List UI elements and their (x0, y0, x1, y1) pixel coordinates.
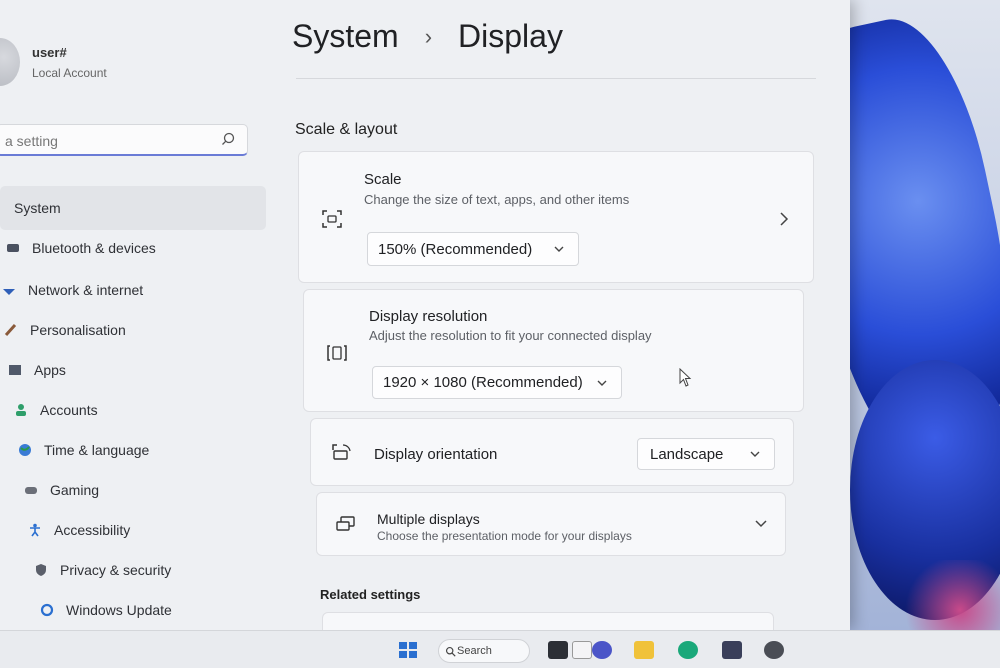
orientation-dropdown[interactable]: Landscape (637, 438, 775, 470)
breadcrumb: System › Display (292, 18, 563, 55)
chevron-down-icon (554, 246, 564, 252)
task-view-icon[interactable] (548, 641, 568, 659)
sidebar-item-bluetooth[interactable]: Bluetooth & devices (0, 228, 260, 268)
multiple-displays-description: Choose the presentation mode for your di… (377, 529, 632, 543)
resolution-card[interactable]: Display resolution Adjust the resolution… (303, 289, 804, 412)
settings-gear-icon[interactable] (764, 641, 784, 659)
sidebar-item-network[interactable]: Network & internet (0, 270, 260, 310)
scale-description: Change the size of text, apps, and other… (364, 192, 630, 207)
account-type: Local Account (32, 66, 107, 80)
resolution-icon (327, 345, 347, 361)
header-divider (296, 78, 816, 79)
orientation-card[interactable]: Display orientation Landscape (310, 418, 794, 486)
chevron-down-icon (597, 380, 607, 386)
brush-icon (2, 321, 20, 339)
sidebar-item-label: Network & internet (28, 282, 144, 298)
update-icon (38, 601, 56, 619)
sidebar-item-label: Time & language (44, 442, 150, 458)
page-title: Display (458, 18, 563, 54)
multiple-displays-icon (336, 516, 355, 531)
scale-title: Scale (364, 171, 402, 188)
sidebar-item-label: Gaming (50, 482, 100, 498)
multiple-displays-card[interactable]: Multiple displays Choose the presentatio… (316, 492, 786, 556)
bluetooth-icon (4, 239, 22, 257)
sidebar-item-system[interactable]: System (0, 186, 266, 230)
sidebar-item-label: System (14, 200, 61, 216)
chat-icon[interactable] (592, 641, 612, 659)
gamepad-icon (22, 481, 40, 499)
edge-icon[interactable] (678, 641, 698, 659)
resolution-description: Adjust the resolution to fit your connec… (369, 328, 652, 343)
orientation-value: Landscape (650, 445, 724, 463)
taskbar-search[interactable]: Search (438, 639, 530, 663)
wifi-icon (0, 281, 18, 299)
scale-card[interactable]: Scale Change the size of text, apps, and… (298, 151, 814, 283)
sidebar-nav: System Bluetooth & devices Network & int… (0, 186, 266, 630)
search-box[interactable] (0, 124, 248, 156)
sidebar: user# Local Account System Bluetooth & d… (0, 0, 270, 630)
taskbar: Search (0, 630, 1000, 668)
accessibility-icon (26, 521, 44, 539)
sidebar-item-label: Accessibility (54, 522, 131, 538)
resolution-title: Display resolution (369, 308, 488, 325)
resolution-value: 1920 × 1080 (Recommended) (383, 374, 583, 391)
mouse-cursor-icon (679, 368, 692, 387)
settings-window: user# Local Account System Bluetooth & d… (0, 0, 850, 642)
search-input[interactable] (3, 131, 207, 151)
globe-icon (16, 441, 34, 459)
section-title-related-settings: Related settings (320, 587, 421, 602)
resolution-dropdown[interactable]: 1920 × 1080 (Recommended) (372, 366, 622, 399)
search-icon (445, 646, 456, 657)
chevron-right-icon[interactable] (779, 212, 789, 226)
apps-icon (6, 361, 24, 379)
sidebar-item-gaming[interactable]: Gaming (0, 470, 260, 510)
sidebar-item-accessibility[interactable]: Accessibility (0, 510, 260, 550)
avatar[interactable] (0, 38, 20, 86)
scale-value: 150% (Recommended) (378, 240, 533, 258)
section-title-scale-layout: Scale & layout (295, 121, 398, 138)
sidebar-item-accounts[interactable]: Accounts (0, 390, 260, 430)
sidebar-item-label: Privacy & security (60, 562, 172, 578)
sidebar-item-label: Bluetooth & devices (32, 240, 156, 256)
scale-dropdown[interactable]: 150% (Recommended) (367, 232, 579, 266)
scale-icon (322, 210, 342, 228)
user-name: user# (32, 45, 67, 60)
sidebar-item-label: Accounts (40, 402, 98, 418)
file-explorer-icon[interactable] (634, 641, 654, 659)
sidebar-item-apps[interactable]: Apps (0, 350, 260, 390)
sidebar-item-time-language[interactable]: Time & language (0, 430, 260, 470)
multiple-displays-title: Multiple displays (377, 511, 480, 527)
breadcrumb-parent[interactable]: System (292, 18, 399, 55)
chevron-down-icon (750, 451, 760, 457)
orientation-title: Display orientation (374, 446, 498, 463)
shield-icon (32, 561, 50, 579)
chevron-down-icon[interactable] (755, 519, 767, 529)
person-icon (12, 401, 30, 419)
sidebar-item-label: Personalisation (30, 322, 126, 338)
sidebar-item-personalisation[interactable]: Personalisation (0, 310, 260, 350)
search-icon[interactable] (221, 132, 235, 146)
sidebar-item-windows-update[interactable]: Windows Update (0, 590, 260, 630)
sidebar-item-privacy[interactable]: Privacy & security (0, 550, 260, 590)
sidebar-item-label: Apps (34, 362, 66, 378)
taskbar-search-label: Search (457, 645, 492, 657)
start-icon[interactable] (398, 641, 418, 659)
sidebar-item-label: Windows Update (66, 602, 172, 618)
orientation-icon (332, 444, 351, 460)
store-icon[interactable] (722, 641, 742, 659)
widgets-icon[interactable] (572, 641, 592, 659)
breadcrumb-separator: › (424, 23, 433, 49)
